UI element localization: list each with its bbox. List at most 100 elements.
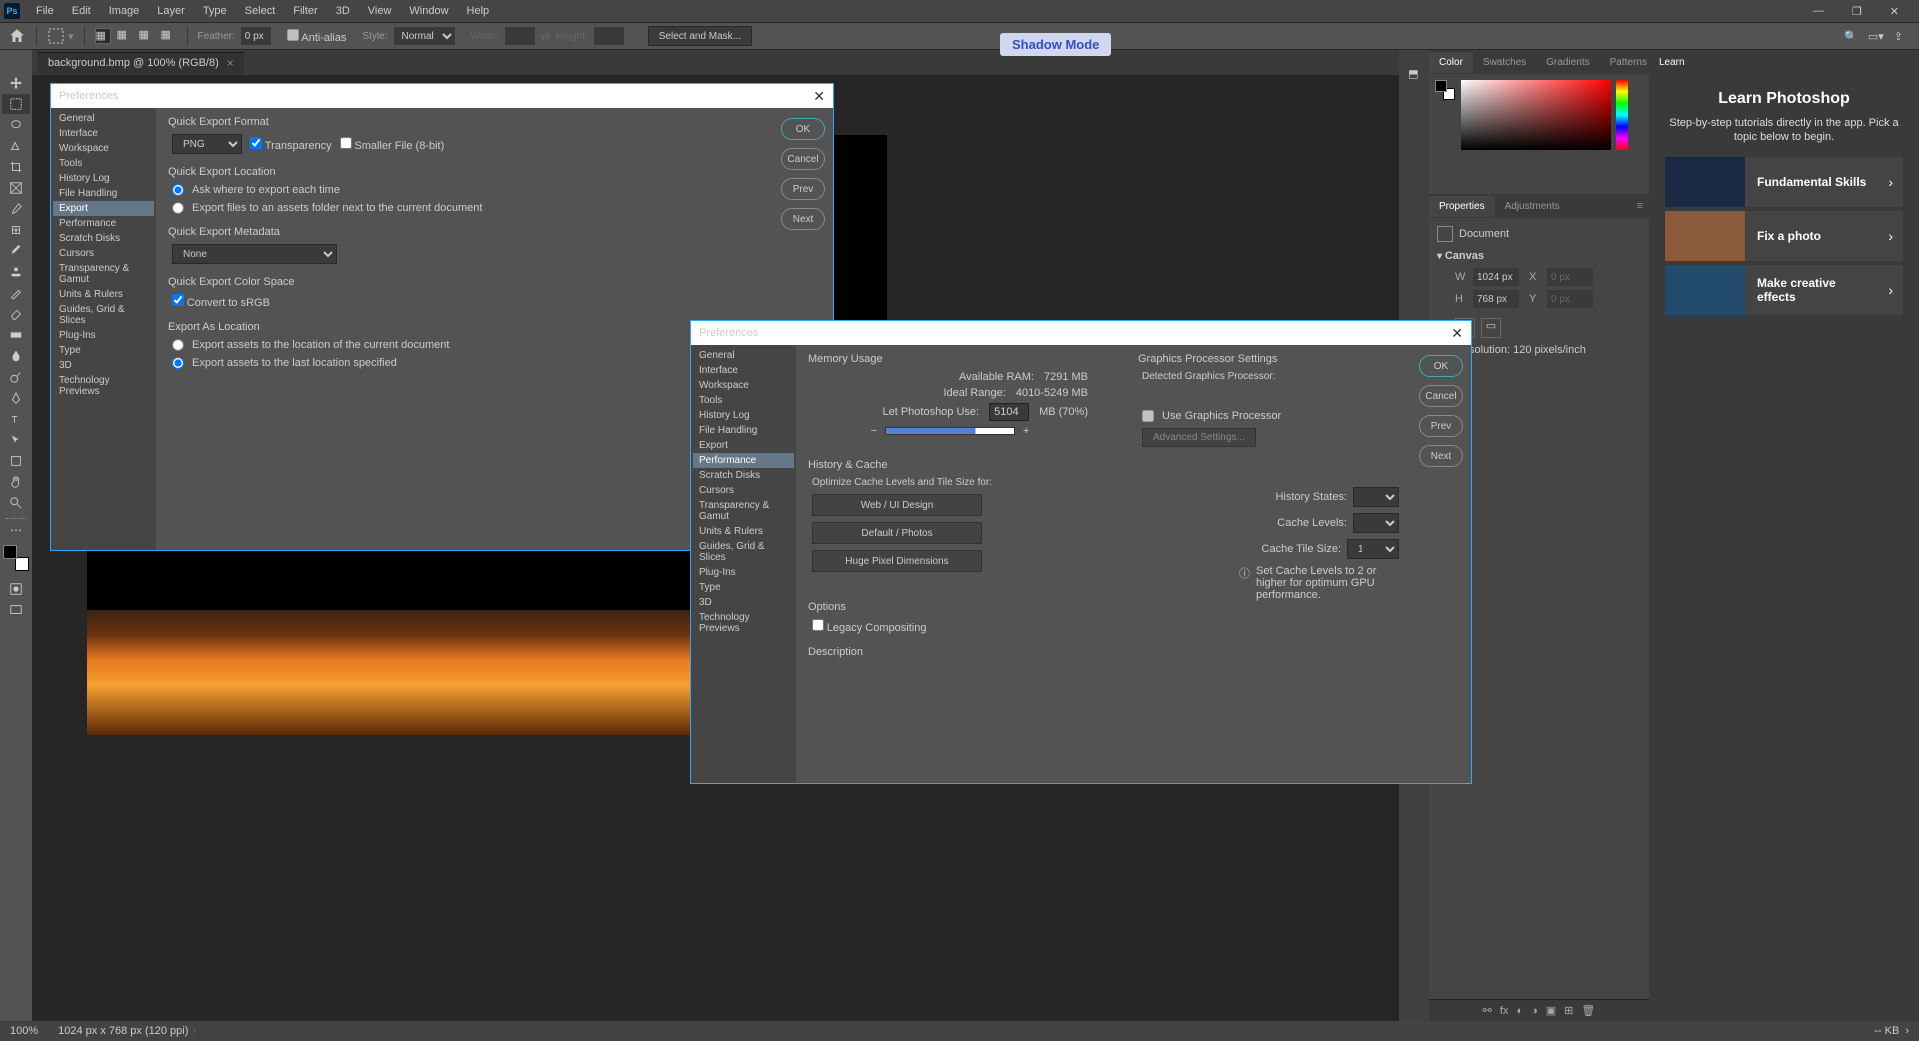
memory-slider[interactable] <box>885 427 1015 435</box>
prefs-cat-plug-ins[interactable]: Plug-Ins <box>693 565 794 580</box>
prefs-cat-scratch-disks[interactable]: Scratch Disks <box>53 231 154 246</box>
zoom-level[interactable]: 100% <box>10 1025 38 1037</box>
ok-button[interactable]: OK <box>781 118 825 140</box>
prefs-cat-history-log[interactable]: History Log <box>53 171 154 186</box>
panel-menu-icon[interactable]: ≡ <box>1631 200 1649 212</box>
feather-input[interactable] <box>241 27 271 45</box>
learn-item-fundamental[interactable]: Fundamental Skills› <box>1665 157 1903 207</box>
cache-default-button[interactable]: Default / Photos <box>812 522 982 544</box>
search-icon[interactable]: 🔍 <box>1844 30 1858 43</box>
edit-toolbar-icon[interactable]: ⋯ <box>10 523 22 537</box>
prefs-cat-tools[interactable]: Tools <box>53 156 154 171</box>
menu-edit[interactable]: Edit <box>64 2 99 20</box>
next-button[interactable]: Next <box>781 208 825 230</box>
menu-3d[interactable]: 3D <box>328 2 358 20</box>
prefs-cat-file-handling[interactable]: File Handling <box>693 423 794 438</box>
eraser-tool[interactable] <box>2 304 30 324</box>
prefs-cat-general[interactable]: General <box>693 348 794 363</box>
tab-gradients[interactable]: Gradients <box>1536 52 1599 73</box>
history-brush-tool[interactable] <box>2 283 30 303</box>
style-select[interactable]: Normal <box>394 27 455 45</box>
prefs-cat-export[interactable]: Export <box>53 201 154 216</box>
prefs-cat-scratch-disks[interactable]: Scratch Disks <box>693 468 794 483</box>
menu-layer[interactable]: Layer <box>149 2 193 20</box>
menu-help[interactable]: Help <box>459 2 498 20</box>
prefs-cat-interface[interactable]: Interface <box>693 363 794 378</box>
prefs-cat-workspace[interactable]: Workspace <box>693 378 794 393</box>
marquee-tool[interactable] <box>2 94 30 114</box>
stamp-tool[interactable] <box>2 262 30 282</box>
prefs-cat-plug-ins[interactable]: Plug-Ins <box>53 328 154 343</box>
menu-select[interactable]: Select <box>237 2 284 20</box>
prefs-cat-guides-grid-slices[interactable]: Guides, Grid & Slices <box>53 302 154 328</box>
menu-image[interactable]: Image <box>101 2 148 20</box>
prefs-cat--d[interactable]: 3D <box>53 358 154 373</box>
path-select-tool[interactable] <box>2 430 30 450</box>
transparency-checkbox[interactable] <box>250 137 262 149</box>
learn-item-fixphoto[interactable]: Fix a photo› <box>1665 211 1903 261</box>
srgb-checkbox[interactable] <box>172 294 184 306</box>
brush-tool[interactable] <box>2 241 30 261</box>
prefs-cat-performance[interactable]: Performance <box>693 453 794 468</box>
menu-type[interactable]: Type <box>195 2 235 20</box>
smaller-file-checkbox[interactable] <box>340 137 352 149</box>
prefs-cat-workspace[interactable]: Workspace <box>53 141 154 156</box>
prefs-cat-units-rulers[interactable]: Units & Rulers <box>693 524 794 539</box>
lasso-tool[interactable] <box>2 115 30 135</box>
hand-tool[interactable] <box>2 472 30 492</box>
mask-icon[interactable]: ◐ <box>1516 1005 1523 1017</box>
prefs-cat-transparency-gamut[interactable]: Transparency & Gamut <box>693 498 794 524</box>
prefs-cat-history-log[interactable]: History Log <box>693 408 794 423</box>
memory-input[interactable] <box>989 403 1029 421</box>
gradient-tool[interactable] <box>2 325 30 345</box>
canvas-section-label[interactable]: ▾ Canvas <box>1437 250 1641 262</box>
menu-view[interactable]: View <box>360 2 400 20</box>
marquee-tool-icon[interactable] <box>47 27 65 45</box>
cancel-button[interactable]: Cancel <box>781 148 825 170</box>
quickmask-icon[interactable] <box>2 579 30 599</box>
tab-adjustments[interactable]: Adjustments <box>1495 196 1570 217</box>
healing-tool[interactable] <box>2 220 30 240</box>
intersect-selection-icon[interactable]: ▦ <box>161 28 177 44</box>
menu-filter[interactable]: Filter <box>285 2 325 20</box>
color-field[interactable] <box>1461 80 1611 150</box>
history-states-select[interactable]: 50 <box>1353 487 1399 507</box>
fg-bg-swatch[interactable] <box>1435 80 1455 100</box>
export-last-loc-radio[interactable] <box>172 357 184 369</box>
cancel-button[interactable]: Cancel <box>1419 385 1463 407</box>
new-selection-icon[interactable]: ▦ <box>95 28 111 44</box>
tab-swatches[interactable]: Swatches <box>1473 52 1536 73</box>
chevron-right-icon[interactable]: › <box>192 1025 196 1037</box>
prefs-cat-interface[interactable]: Interface <box>53 126 154 141</box>
trash-icon[interactable]: 🗑 <box>1581 1004 1595 1017</box>
dialog-titlebar[interactable]: Preferences ✕ <box>691 321 1471 345</box>
document-tab[interactable]: background.bmp @ 100% (RGB/8) × <box>38 52 244 74</box>
prefs-cat-technology-previews[interactable]: Technology Previews <box>693 610 794 636</box>
prefs-cat--d[interactable]: 3D <box>693 595 794 610</box>
workspace-icon[interactable]: ▭▾ <box>1868 30 1884 43</box>
prefs-cat-guides-grid-slices[interactable]: Guides, Grid & Slices <box>693 539 794 565</box>
cache-huge-button[interactable]: Huge Pixel Dimensions <box>812 550 982 572</box>
type-tool[interactable]: T <box>2 409 30 429</box>
tab-properties[interactable]: Properties <box>1429 196 1495 217</box>
prefs-cat-type[interactable]: Type <box>53 343 154 358</box>
export-format-select[interactable]: PNG <box>172 134 242 154</box>
menu-window[interactable]: Window <box>401 2 456 20</box>
zoom-tool[interactable] <box>2 493 30 513</box>
share-icon[interactable]: ⇪ <box>1894 30 1903 43</box>
home-icon[interactable] <box>8 27 26 45</box>
select-mask-button[interactable]: Select and Mask... <box>648 26 752 46</box>
cache-tile-select[interactable]: 128K <box>1347 539 1399 559</box>
menu-file[interactable]: File <box>28 2 62 20</box>
prefs-cat-cursors[interactable]: Cursors <box>53 246 154 261</box>
prefs-cat-file-handling[interactable]: File Handling <box>53 186 154 201</box>
new-layer-icon[interactable]: ⊞ <box>1564 1004 1573 1017</box>
prev-button[interactable]: Prev <box>1419 415 1463 437</box>
prefs-cat-cursors[interactable]: Cursors <box>693 483 794 498</box>
prefs-cat-performance[interactable]: Performance <box>53 216 154 231</box>
frame-tool[interactable] <box>2 178 30 198</box>
dodge-tool[interactable] <box>2 367 30 387</box>
maximize-icon[interactable]: ❐ <box>1844 2 1870 21</box>
prefs-cat-type[interactable]: Type <box>693 580 794 595</box>
dialog-close-icon[interactable]: ✕ <box>1451 325 1463 342</box>
